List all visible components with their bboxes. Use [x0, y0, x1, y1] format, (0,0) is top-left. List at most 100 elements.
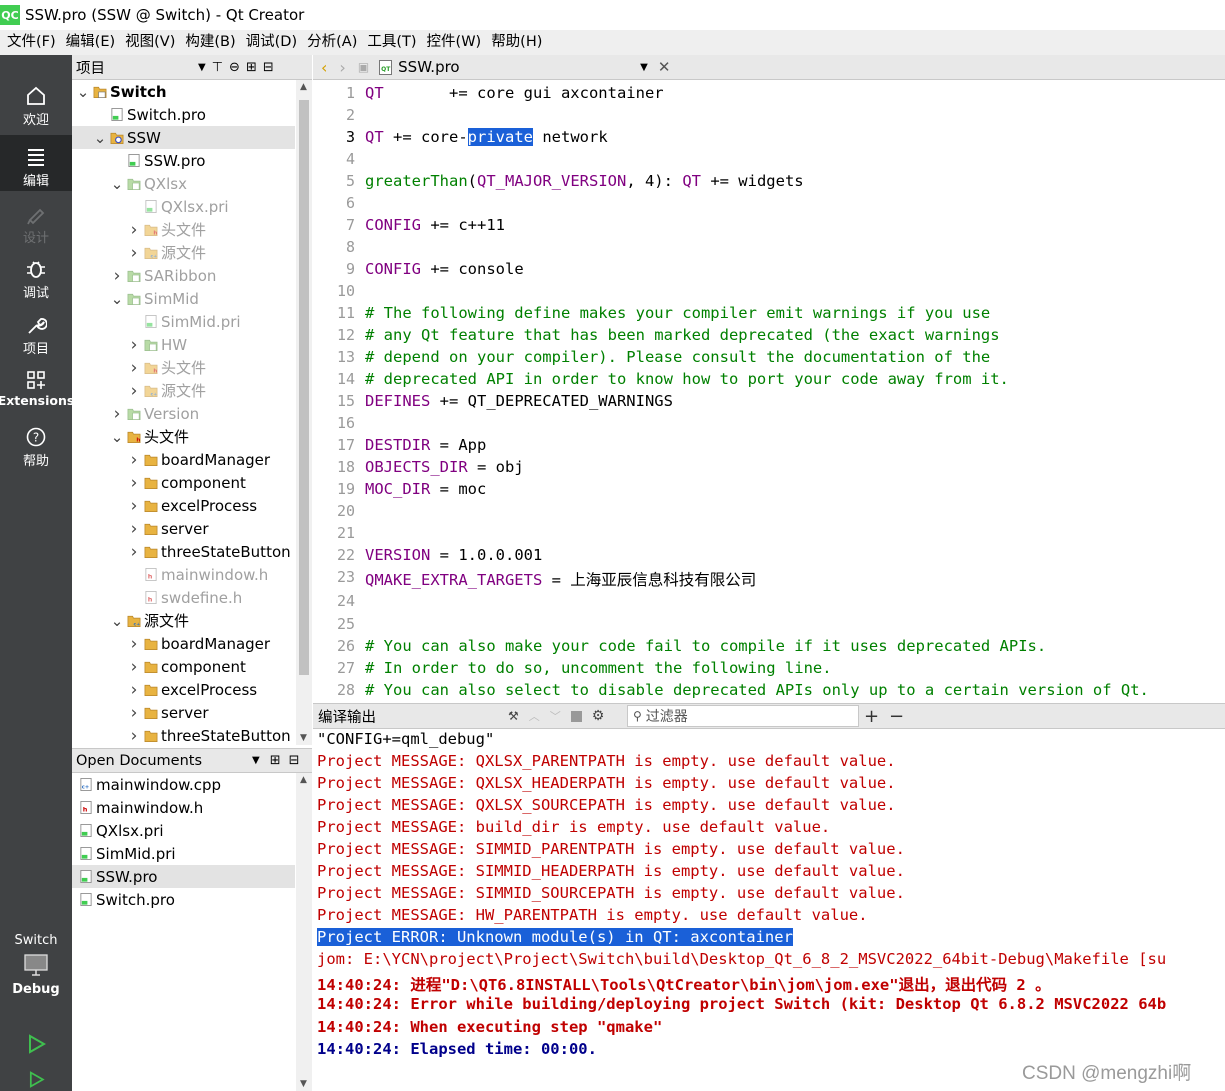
- tree-item[interactable]: ⌄ c+ 源文件: [72, 609, 295, 632]
- split-icon[interactable]: ⊞: [270, 753, 281, 768]
- kit-selector[interactable]: Switch Debug: [0, 933, 72, 1028]
- tree-item[interactable]: QXlsx.pri: [72, 195, 295, 218]
- expand-down-icon[interactable]: ⌄: [110, 612, 124, 630]
- chevron-down-icon[interactable]: ▼: [198, 62, 206, 73]
- build-settings-icon[interactable]: ⚒: [508, 709, 519, 723]
- code-editor[interactable]: 1 2 3 4 5 6 7 8 9 10 11 12 13 14 15 16 17 18 19 20 21 22 23 24 2…: [313, 80, 1225, 702]
- expand-right-icon[interactable]: ›: [127, 381, 141, 401]
- tree-item[interactable]: › c+ 源文件: [72, 379, 295, 402]
- expand-right-icon[interactable]: ›: [127, 358, 141, 378]
- split-icon[interactable]: ⊞: [246, 60, 257, 75]
- tree-item[interactable]: › excelProcess: [72, 494, 295, 517]
- stop-icon[interactable]: [570, 710, 582, 722]
- expand-down-icon[interactable]: ⌄: [110, 175, 124, 193]
- tree-item[interactable]: › threeStateButton: [72, 724, 295, 746]
- tree-item[interactable]: › SARibbon: [72, 264, 295, 287]
- gear-icon[interactable]: ⚙: [592, 708, 605, 724]
- mode-extensions[interactable]: Extensions: [0, 369, 74, 419]
- expand-right-icon[interactable]: ›: [127, 243, 141, 263]
- down-arrow-icon[interactable]: ﹀: [550, 708, 561, 724]
- close-icon[interactable]: ✕: [658, 58, 671, 76]
- tree-item[interactable]: Switch.pro: [72, 103, 295, 126]
- editor-file-name[interactable]: SSW.pro: [398, 58, 638, 76]
- open-document-item[interactable]: QXlsx.pri: [72, 819, 295, 842]
- menu-item[interactable]: 分析(A): [302, 30, 362, 55]
- filter-icon[interactable]: ⊤: [212, 60, 223, 75]
- tree-item[interactable]: › server: [72, 701, 295, 724]
- close-panel-icon[interactable]: ⊟: [263, 60, 274, 75]
- tree-item[interactable]: ⌄ SimMid: [72, 287, 295, 310]
- mode-edit[interactable]: 编辑: [0, 135, 72, 191]
- debug-run-button[interactable]: [0, 1070, 72, 1091]
- tree-item[interactable]: SimMid.pri: [72, 310, 295, 333]
- tree-item[interactable]: › component: [72, 655, 295, 678]
- menu-item[interactable]: 帮助(H): [486, 30, 547, 55]
- mode-design[interactable]: 设计: [0, 203, 72, 253]
- tree-item[interactable]: › Version: [72, 402, 295, 425]
- expand-right-icon[interactable]: ›: [110, 404, 124, 424]
- expand-right-icon[interactable]: ›: [127, 220, 141, 240]
- tree-item[interactable]: h swdefine.h: [72, 586, 295, 609]
- expand-right-icon[interactable]: ›: [127, 634, 141, 654]
- link-icon[interactable]: ⊖: [229, 60, 240, 75]
- mode-welcome[interactable]: 欢迎: [0, 85, 72, 135]
- tree-item[interactable]: ⌄ Switch: [72, 80, 295, 103]
- tree-item[interactable]: h mainwindow.h: [72, 563, 295, 586]
- expand-right-icon[interactable]: ›: [127, 703, 141, 723]
- up-arrow-icon[interactable]: ︿: [529, 708, 540, 724]
- tree-item[interactable]: › c+ 源文件: [72, 241, 295, 264]
- expand-right-icon[interactable]: ›: [127, 335, 141, 355]
- tree-item[interactable]: ⌄ h 头文件: [72, 425, 295, 448]
- mode-help[interactable]: ? 帮助: [0, 426, 72, 476]
- tree-item[interactable]: › server: [72, 517, 295, 540]
- tree-item[interactable]: SSW.pro: [72, 149, 295, 172]
- tree-item[interactable]: › HW: [72, 333, 295, 356]
- expand-right-icon[interactable]: ›: [110, 266, 124, 286]
- menu-item[interactable]: 编辑(E): [61, 30, 120, 55]
- expand-down-icon[interactable]: ⌄: [76, 83, 90, 101]
- chevron-down-icon[interactable]: ▼: [640, 62, 648, 73]
- back-arrow-icon[interactable]: ‹: [321, 58, 327, 77]
- mode-projects[interactable]: 项目: [0, 314, 72, 364]
- expand-right-icon[interactable]: ›: [127, 450, 141, 470]
- open-document-item[interactable]: c+ mainwindow.cpp: [72, 773, 295, 796]
- tree-item[interactable]: ⌄ QXlsx: [72, 172, 295, 195]
- expand-right-icon[interactable]: ›: [127, 519, 141, 539]
- expand-right-icon[interactable]: ›: [127, 726, 141, 746]
- expand-right-icon[interactable]: ›: [127, 496, 141, 516]
- tree-item[interactable]: › excelProcess: [72, 678, 295, 701]
- menu-item[interactable]: 文件(F): [2, 30, 61, 55]
- close-panel-icon[interactable]: ⊟: [289, 753, 300, 768]
- tree-item[interactable]: › threeStateButton: [72, 540, 295, 563]
- open-document-item[interactable]: Switch.pro: [72, 888, 295, 911]
- tree-item[interactable]: › boardManager: [72, 448, 295, 471]
- filter-input[interactable]: ⚲ 过滤器: [627, 705, 859, 727]
- open-document-item[interactable]: SimMid.pri: [72, 842, 295, 865]
- menu-item[interactable]: 构建(B): [180, 30, 240, 55]
- expand-right-icon[interactable]: ›: [127, 542, 141, 562]
- expand-down-icon[interactable]: ⌄: [110, 290, 124, 308]
- tree-item[interactable]: › boardManager: [72, 632, 295, 655]
- compile-output[interactable]: "CONFIG+=qml_debug" Project MESSAGE: QXLS…: [313, 729, 1225, 1091]
- menu-item[interactable]: 控件(W): [422, 30, 487, 55]
- forward-arrow-icon[interactable]: ›: [339, 58, 345, 77]
- expand-right-icon[interactable]: ›: [127, 473, 141, 493]
- menu-item[interactable]: 工具(T): [362, 30, 421, 55]
- zoom-in-icon[interactable]: +: [864, 706, 879, 727]
- run-button[interactable]: [0, 1033, 72, 1067]
- open-docs-scrollbar[interactable]: ▲ ▼: [296, 773, 312, 1091]
- tree-item[interactable]: › h 头文件: [72, 218, 295, 241]
- menu-item[interactable]: 视图(V): [120, 30, 180, 55]
- expand-down-icon[interactable]: ⌄: [110, 428, 124, 446]
- expand-right-icon[interactable]: ›: [127, 657, 141, 677]
- tree-item[interactable]: › h 头文件: [72, 356, 295, 379]
- expand-down-icon[interactable]: ⌄: [93, 129, 107, 147]
- menu-item[interactable]: 调试(D): [241, 30, 302, 55]
- open-document-item[interactable]: SSW.pro: [72, 865, 295, 888]
- tree-scrollbar[interactable]: ▲ ▼: [296, 80, 312, 745]
- zoom-out-icon[interactable]: −: [889, 706, 904, 727]
- open-document-item[interactable]: h mainwindow.h: [72, 796, 295, 819]
- chevron-down-icon[interactable]: ▼: [252, 755, 260, 766]
- mode-debug[interactable]: 调试: [0, 258, 72, 308]
- tree-item[interactable]: ⌄ SSW: [72, 126, 295, 149]
